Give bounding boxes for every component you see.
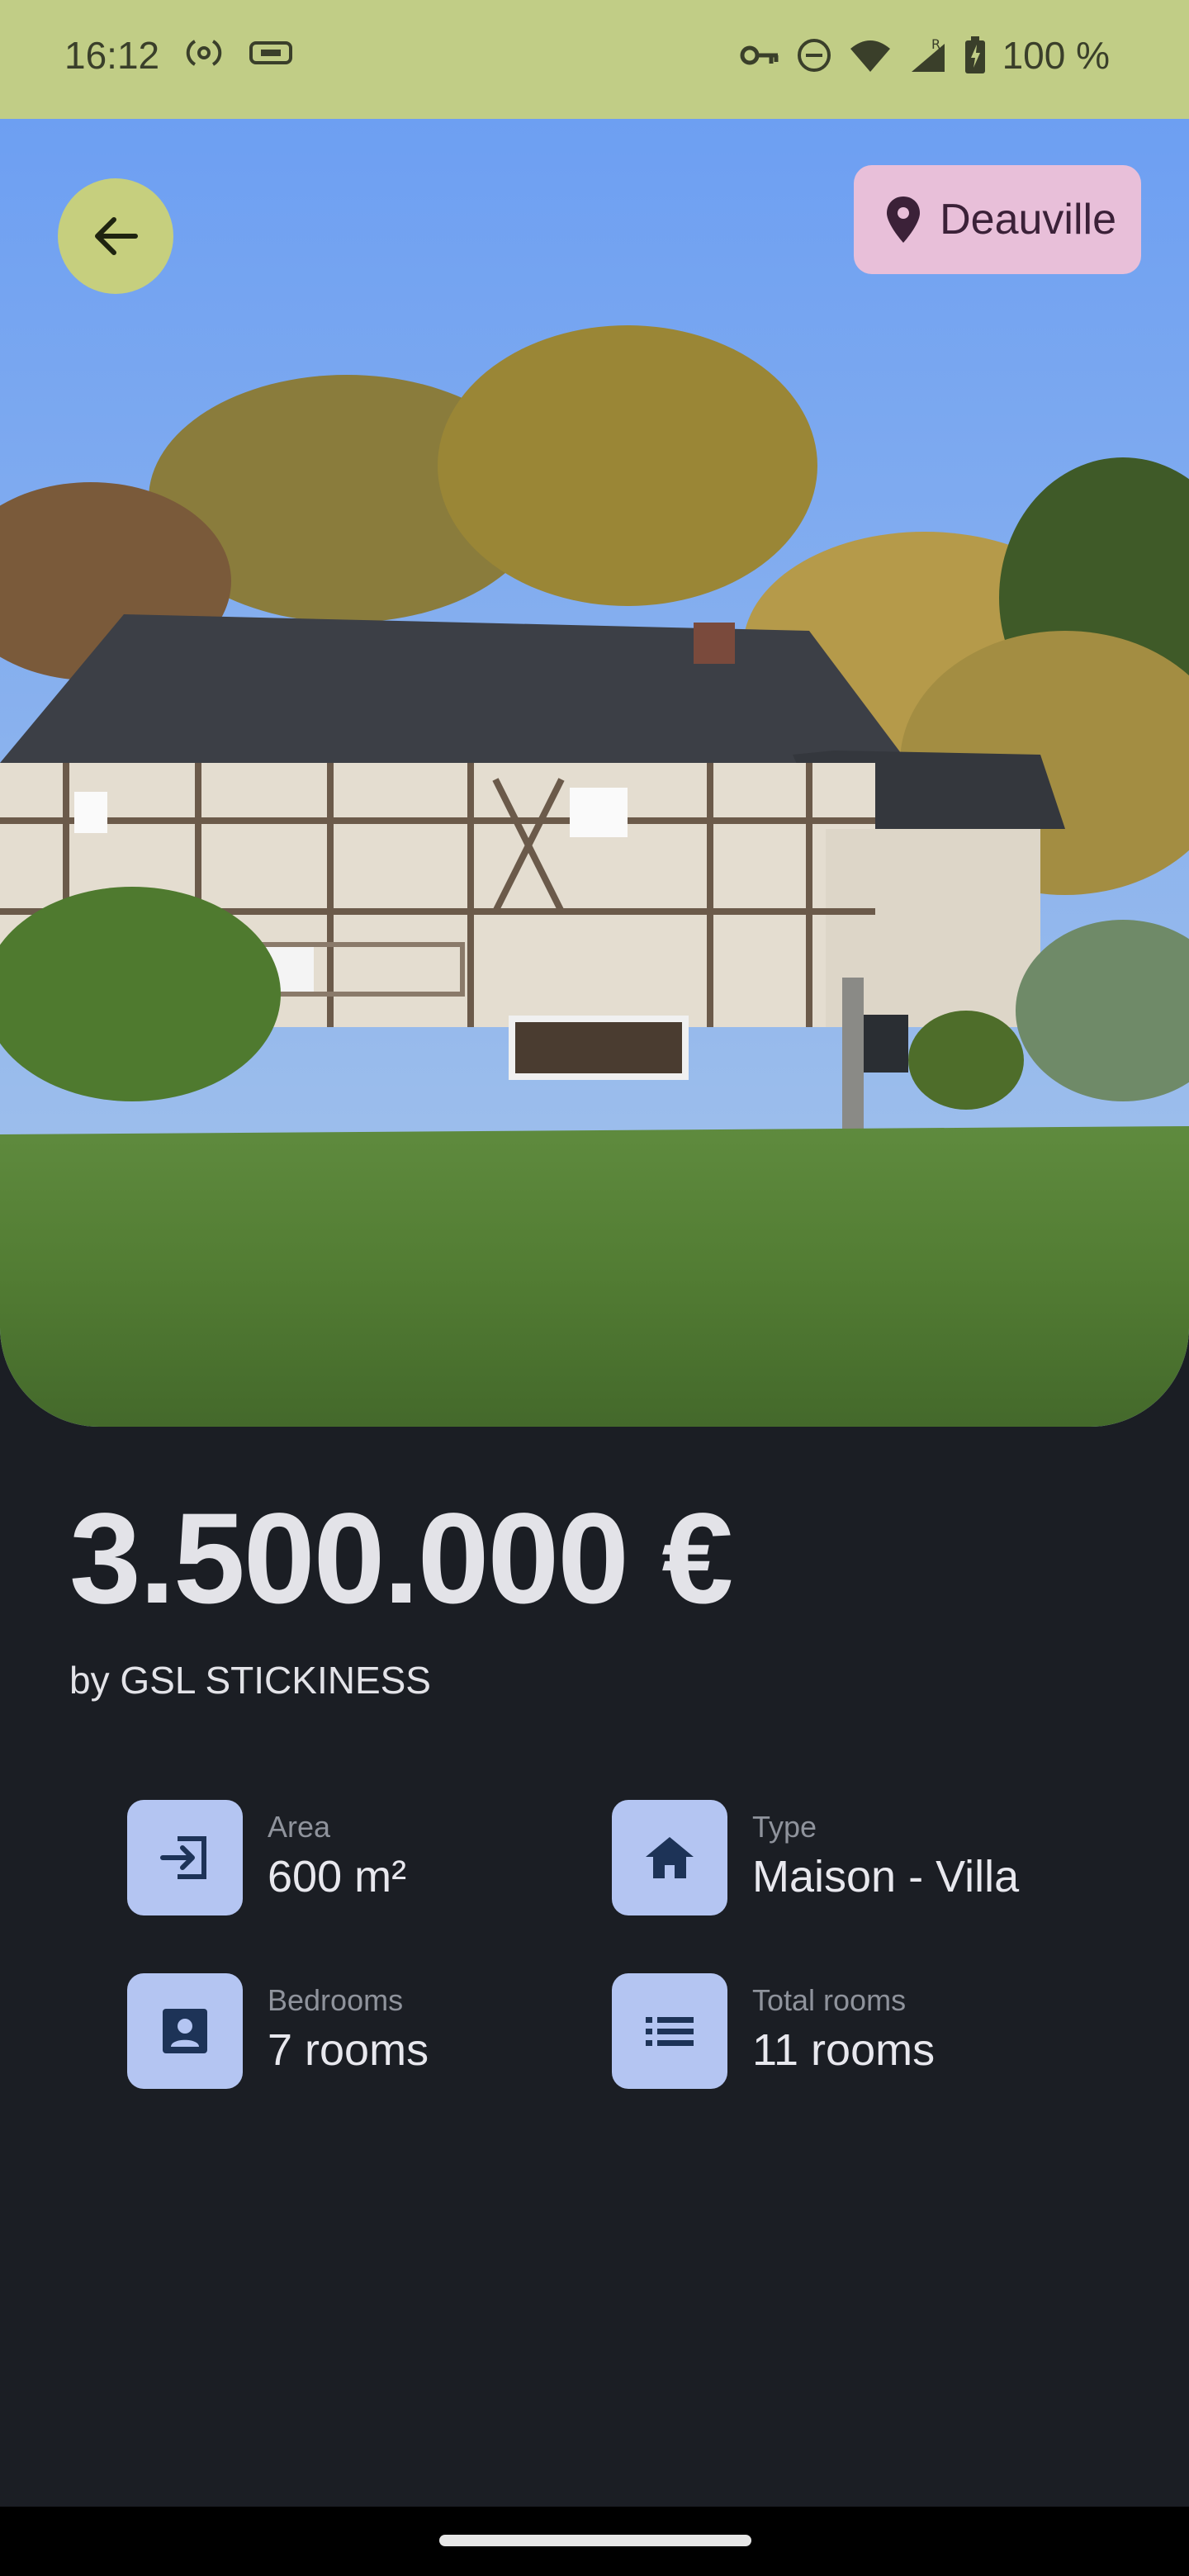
person-box-icon: [163, 2009, 207, 2053]
feature-value: 600 m²: [268, 1852, 407, 1901]
feature-value: Maison - Villa: [752, 1852, 1020, 1901]
do-not-disturb-icon: [797, 39, 831, 72]
hotspot-icon: [186, 40, 222, 66]
wifi-icon: [850, 40, 890, 72]
feature-label: Bedrooms: [268, 1983, 404, 2017]
vpn-icon: [249, 41, 292, 64]
feature-total-rooms: Total rooms 11 rooms: [612, 1973, 1058, 2089]
signal-icon: R: [911, 37, 945, 72]
feature-type: Type Maison - Villa: [612, 1800, 1058, 1915]
feature-label: Type: [752, 1810, 817, 1844]
home-icon: [646, 1837, 694, 1878]
feature-icon-box: [612, 1800, 727, 1915]
location-pin-icon: [887, 197, 921, 243]
battery-icon: [964, 36, 985, 73]
feature-value: 11 rooms: [752, 2025, 936, 2075]
location-chip[interactable]: Deauville: [854, 165, 1141, 274]
key-icon: [740, 45, 779, 65]
status-right-icons: R 100 %: [740, 33, 1110, 78]
status-time: 16:12: [64, 34, 160, 77]
property-photo: [0, 119, 1189, 1427]
status-left-icons: [183, 36, 292, 69]
seller: by GSL STICKINESS: [69, 1659, 431, 1702]
feature-area: Area 600 m²: [127, 1800, 573, 1915]
feature-value: 7 rooms: [268, 2025, 429, 2075]
feature-icon-box: [612, 1973, 727, 2089]
back-button[interactable]: [58, 178, 173, 294]
feature-label: Total rooms: [752, 1983, 907, 2017]
battery-percent: 100 %: [1002, 34, 1110, 77]
location-label: Deauville: [940, 196, 1116, 244]
feature-label: Area: [268, 1810, 331, 1844]
feature-icon-box: [127, 1973, 243, 2089]
feature-icon-box: [127, 1800, 243, 1915]
price: 3.500.000 €: [69, 1487, 733, 1631]
arrow-back-icon: [95, 217, 138, 255]
list-icon: [646, 2017, 694, 2046]
home-indicator[interactable]: [439, 2535, 751, 2546]
enter-icon: [160, 1836, 206, 1879]
feature-bedrooms: Bedrooms 7 rooms: [127, 1973, 573, 2089]
status-bar: 16:12 R 100 %: [0, 0, 1189, 119]
